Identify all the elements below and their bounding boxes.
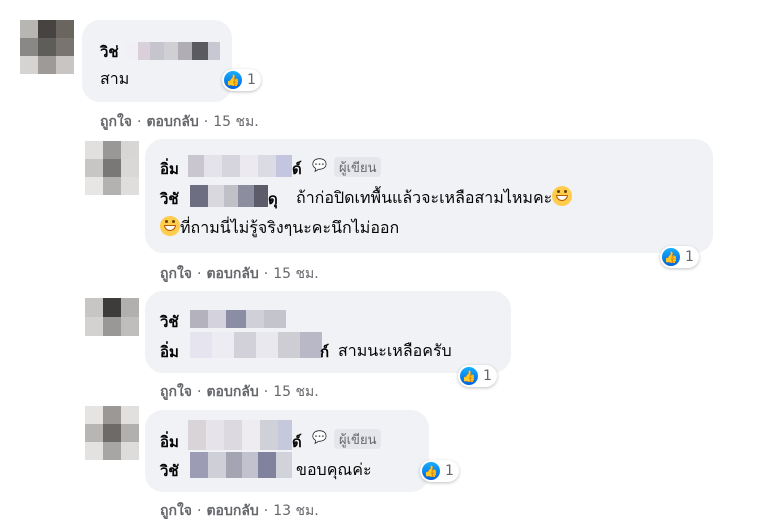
reply-action[interactable]: ตอบกลับ [146, 114, 198, 130]
reaction-count[interactable]: 👍 1 [458, 365, 497, 387]
avatar[interactable] [85, 141, 139, 195]
avatar[interactable] [20, 20, 74, 74]
mention[interactable]: วิชั [160, 187, 179, 211]
like-action[interactable]: ถูกใจ [160, 503, 192, 519]
timestamp[interactable]: 15 ชม. [213, 114, 258, 130]
comment-actions: ถูกใจ · ตอบกลับ · 15 ชม. [160, 384, 319, 400]
comment-actions: ถูกใจ · ตอบกลับ · 13 ชม. [160, 503, 319, 519]
reaction-count[interactable]: 👍 1 [660, 246, 699, 268]
grinning-face-icon [552, 186, 573, 206]
name-redaction [188, 420, 292, 450]
mention[interactable]: วิชั [160, 459, 179, 483]
messenger-icon: 💬 [312, 430, 327, 444]
commenter-name[interactable]: วิช่ [100, 40, 119, 64]
name-redaction [124, 42, 220, 60]
comment-text: สาม [100, 69, 130, 88]
avatar[interactable] [85, 298, 139, 336]
comment-actions: ถูกใจ · ตอบกลับ · 15 ชม. [100, 114, 259, 130]
timestamp[interactable]: 13 ชม. [273, 503, 318, 519]
reaction-count[interactable]: 👍 1 [222, 69, 261, 91]
like-action[interactable]: ถูกใจ [160, 266, 192, 282]
name-redaction [190, 310, 286, 328]
comment-actions: ถูกใจ · ตอบกลับ · 15 ชม. [160, 266, 319, 282]
messenger-icon: 💬 [312, 158, 327, 172]
mention-redaction [190, 185, 268, 207]
reply-action[interactable]: ตอบกลับ [206, 503, 258, 519]
mention-redaction [190, 452, 292, 478]
comment-text: ขอบคุณค่ะ [296, 460, 372, 479]
thumbs-up-icon: 👍 [460, 367, 478, 385]
mention-redaction [190, 332, 322, 358]
mention[interactable]: อิ่ม [160, 340, 179, 364]
commenter-name[interactable]: อิ่ม [160, 430, 179, 454]
like-action[interactable]: ถูกใจ [160, 384, 192, 400]
timestamp[interactable]: 15 ชม. [273, 266, 318, 282]
comment-text: ถ้าก่อปิดเทพื้นแล้วจะเหลือสามไหมคะ [296, 186, 573, 211]
author-badge: ผู้เขียน [334, 157, 382, 177]
thumbs-up-icon: 👍 [662, 248, 680, 266]
name-redaction [188, 155, 292, 177]
author-badge: ผู้เขียน [334, 429, 382, 449]
timestamp[interactable]: 15 ชม. [273, 384, 318, 400]
like-action[interactable]: ถูกใจ [100, 114, 132, 130]
grinning-face-icon [160, 216, 180, 236]
thumbs-up-icon: 👍 [422, 462, 440, 480]
comment-text-line2: ที่ถามนี่ไม่รู้จริงๆนะคะนึกไม่ออก [160, 216, 399, 241]
reply-action[interactable]: ตอบกลับ [206, 266, 258, 282]
avatar[interactable] [85, 406, 139, 460]
commenter-name[interactable]: อิ่ม [160, 157, 179, 181]
comment-text: สามนะเหลือครับ [338, 341, 452, 360]
reaction-count[interactable]: 👍 1 [420, 460, 459, 482]
thumbs-up-icon: 👍 [224, 71, 242, 89]
reply-action[interactable]: ตอบกลับ [206, 384, 258, 400]
commenter-name[interactable]: วิชั [160, 310, 179, 334]
